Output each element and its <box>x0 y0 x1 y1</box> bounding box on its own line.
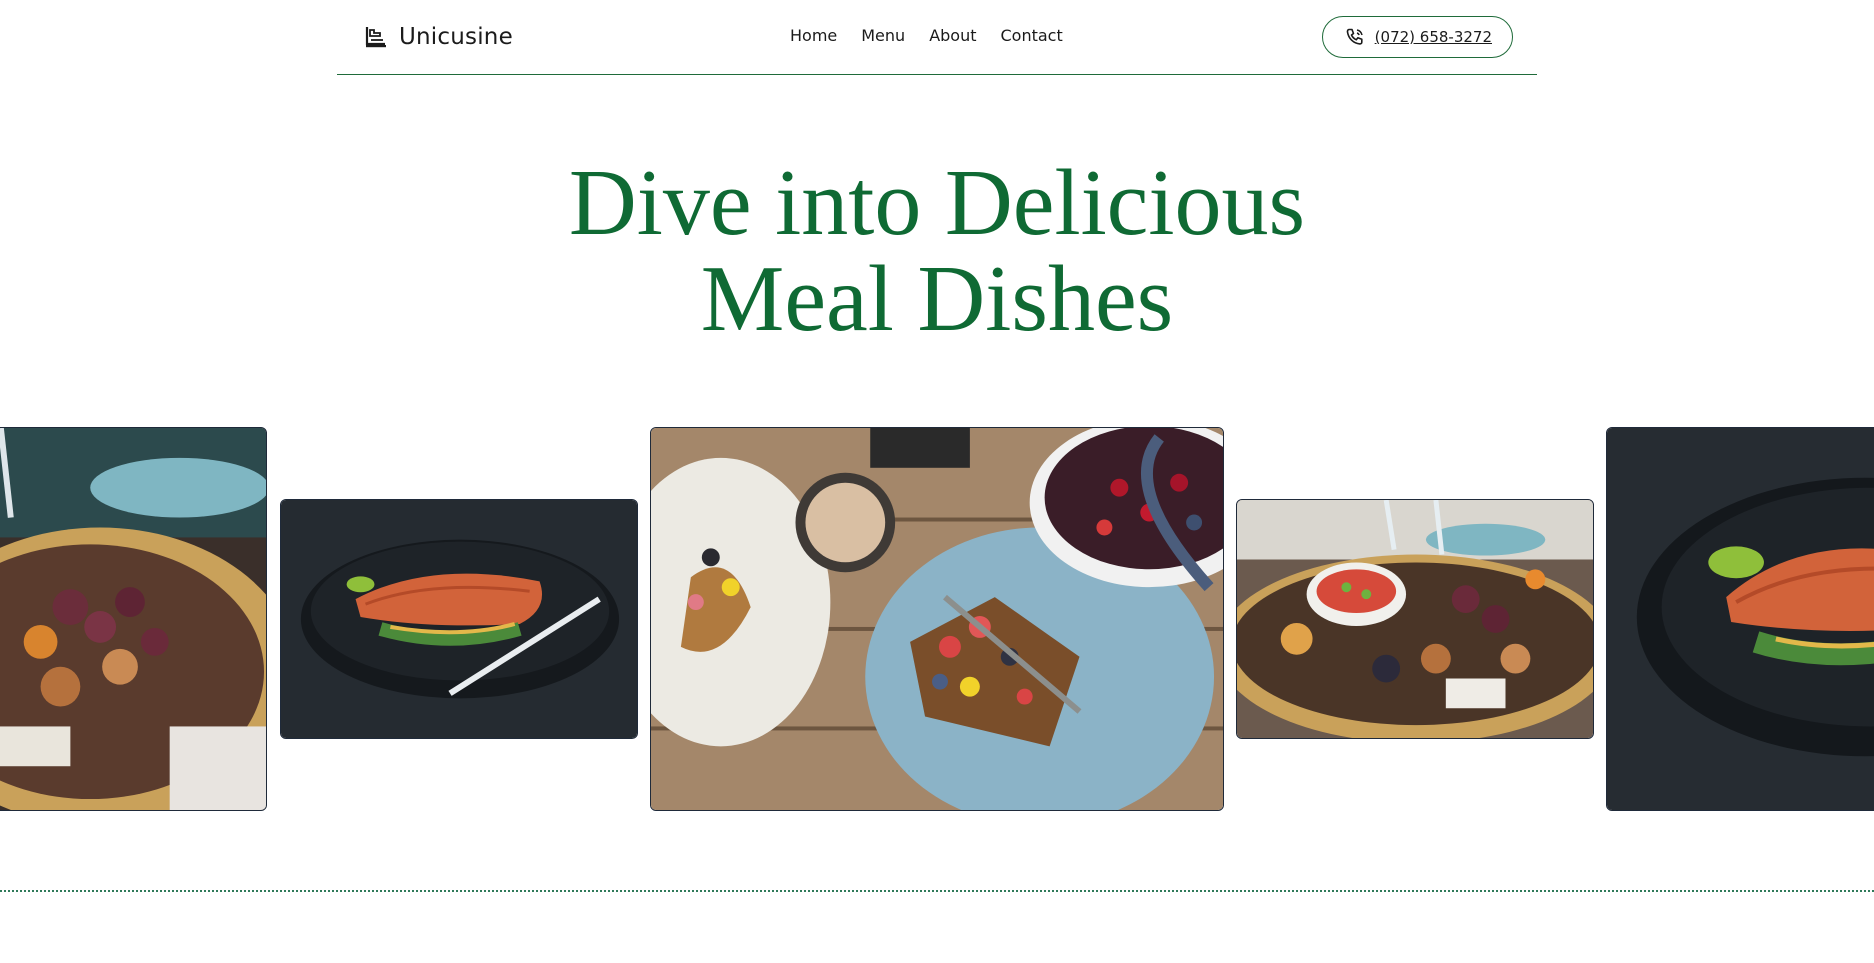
section-divider <box>0 890 1874 892</box>
charcuterie-platter-image <box>0 428 266 810</box>
chef-hat-icon <box>363 24 389 50</box>
gallery-image-2[interactable] <box>280 499 638 739</box>
main-nav: Home Menu About Contact <box>790 26 1063 45</box>
phone-icon <box>1345 27 1365 47</box>
hero-title-line-1: Dive into Delicious <box>568 151 1306 255</box>
brand-logo[interactable]: Unicusine <box>363 24 513 50</box>
gallery-image-1[interactable] <box>0 427 267 811</box>
brand-name: Unicusine <box>399 24 513 50</box>
salmon-plate-image <box>281 500 637 738</box>
nav-about[interactable]: About <box>929 26 976 45</box>
gallery-image-5[interactable] <box>1606 427 1874 811</box>
charcuterie-board-image <box>1237 500 1593 738</box>
gallery-image-3[interactable] <box>650 427 1224 811</box>
site-header: Unicusine Home Menu About Contact (072) … <box>337 0 1537 75</box>
nav-contact[interactable]: Contact <box>1001 26 1063 45</box>
phone-number: (072) 658-3272 <box>1374 28 1492 46</box>
french-toast-berries-image <box>651 428 1223 810</box>
hero-title-line-2: Meal Dishes <box>700 247 1174 351</box>
phone-button[interactable]: (072) 658-3272 <box>1321 16 1513 58</box>
salmon-plate-image <box>1607 428 1874 810</box>
nav-home[interactable]: Home <box>790 26 837 45</box>
hero-title: Dive into Delicious Meal Dishes <box>0 155 1874 347</box>
gallery-image-4[interactable] <box>1236 499 1594 739</box>
nav-menu[interactable]: Menu <box>861 26 905 45</box>
